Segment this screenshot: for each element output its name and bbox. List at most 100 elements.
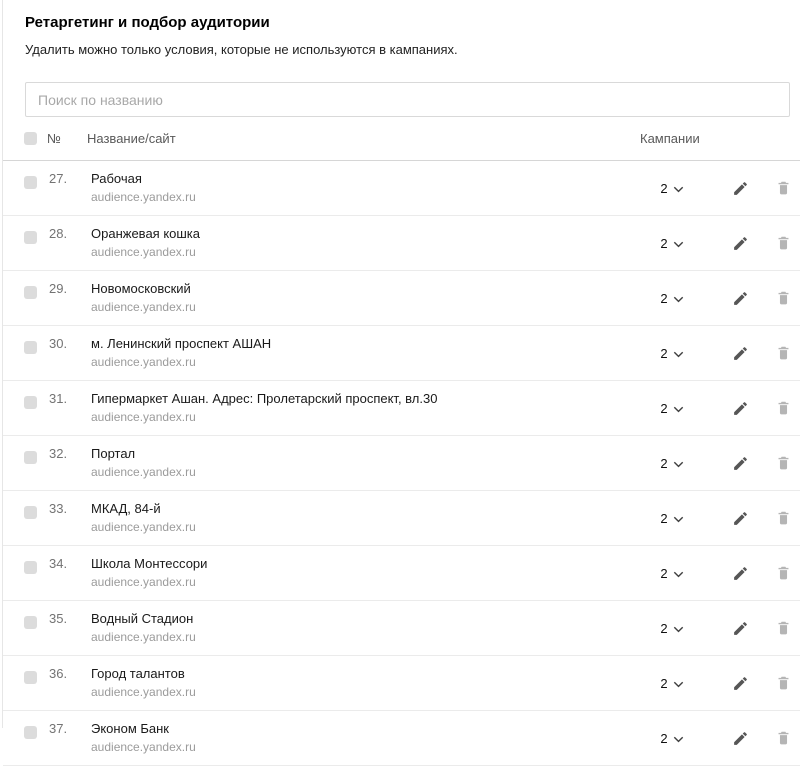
- delete-button[interactable]: [773, 508, 793, 528]
- pencil-icon: [732, 235, 749, 252]
- table-body: 27. Рабочая audience.yandex.ru 2 28.: [3, 161, 800, 766]
- edit-button[interactable]: [730, 728, 750, 748]
- campaigns-dropdown[interactable]: 2: [641, 436, 703, 490]
- pencil-icon: [732, 565, 749, 582]
- delete-button[interactable]: [773, 398, 793, 418]
- edit-button[interactable]: [730, 398, 750, 418]
- campaigns-count: 2: [660, 676, 667, 691]
- delete-button[interactable]: [773, 453, 793, 473]
- campaigns-count: 2: [660, 236, 667, 251]
- trash-icon: [775, 619, 792, 637]
- campaigns-dropdown[interactable]: 2: [641, 711, 703, 765]
- table-row: 30. м. Ленинский проспект АШАН audience.…: [3, 326, 800, 381]
- row-title-block: м. Ленинский проспект АШАН audience.yand…: [91, 335, 600, 370]
- edit-button[interactable]: [730, 233, 750, 253]
- edit-button[interactable]: [730, 453, 750, 473]
- row-checkbox[interactable]: [24, 671, 37, 684]
- campaigns-dropdown[interactable]: 2: [641, 601, 703, 655]
- row-name: Эконом Банк: [91, 720, 600, 737]
- row-number: 32.: [49, 445, 81, 462]
- campaigns-dropdown[interactable]: 2: [641, 381, 703, 435]
- row-name: Гипермаркет Ашан. Адрес: Пролетарский пр…: [91, 390, 600, 407]
- trash-icon: [775, 729, 792, 747]
- edit-button[interactable]: [730, 178, 750, 198]
- delete-button[interactable]: [773, 343, 793, 363]
- row-checkbox[interactable]: [24, 451, 37, 464]
- campaigns-dropdown[interactable]: 2: [641, 216, 703, 270]
- row-checkbox[interactable]: [24, 341, 37, 354]
- row-checkbox[interactable]: [24, 616, 37, 629]
- delete-button[interactable]: [773, 233, 793, 253]
- delete-button[interactable]: [773, 673, 793, 693]
- row-site: audience.yandex.ru: [91, 464, 600, 480]
- campaigns-dropdown[interactable]: 2: [641, 656, 703, 710]
- row-name: Школа Монтессори: [91, 555, 600, 572]
- campaigns-count: 2: [660, 621, 667, 636]
- edit-button[interactable]: [730, 618, 750, 638]
- trash-icon: [775, 454, 792, 472]
- row-site: audience.yandex.ru: [91, 629, 600, 645]
- row-checkbox[interactable]: [24, 396, 37, 409]
- delete-button[interactable]: [773, 618, 793, 638]
- row-number: 31.: [49, 390, 81, 407]
- campaigns-dropdown[interactable]: 2: [641, 271, 703, 325]
- delete-button[interactable]: [773, 178, 793, 198]
- row-checkbox[interactable]: [24, 286, 37, 299]
- pencil-icon: [732, 345, 749, 362]
- row-name: Город талантов: [91, 665, 600, 682]
- row-checkbox[interactable]: [24, 561, 37, 574]
- campaigns-dropdown[interactable]: 2: [641, 491, 703, 545]
- column-header-number: №: [47, 131, 77, 146]
- row-name: Водный Стадион: [91, 610, 600, 627]
- trash-icon: [775, 289, 792, 307]
- row-name: Рабочая: [91, 170, 600, 187]
- campaigns-count: 2: [660, 566, 667, 581]
- row-site: audience.yandex.ru: [91, 684, 600, 700]
- table-row: 32. Портал audience.yandex.ru 2: [3, 436, 800, 491]
- table-row: 28. Оранжевая кошка audience.yandex.ru 2: [3, 216, 800, 271]
- trash-icon: [775, 179, 792, 197]
- pencil-icon: [732, 675, 749, 692]
- pencil-icon: [732, 180, 749, 197]
- edit-button[interactable]: [730, 343, 750, 363]
- campaigns-dropdown[interactable]: 2: [641, 161, 703, 215]
- row-site: audience.yandex.ru: [91, 409, 600, 425]
- delete-button[interactable]: [773, 728, 793, 748]
- edit-button[interactable]: [730, 673, 750, 693]
- row-checkbox[interactable]: [24, 176, 37, 189]
- pencil-icon: [732, 620, 749, 637]
- row-checkbox[interactable]: [24, 506, 37, 519]
- pencil-icon: [732, 510, 749, 527]
- trash-icon: [775, 509, 792, 527]
- campaigns-count: 2: [660, 456, 667, 471]
- trash-icon: [775, 234, 792, 252]
- edit-button[interactable]: [730, 508, 750, 528]
- row-name: Портал: [91, 445, 600, 462]
- table-row: 31. Гипермаркет Ашан. Адрес: Пролетарски…: [3, 381, 800, 436]
- chevron-down-icon: [673, 461, 684, 468]
- campaigns-count: 2: [660, 511, 667, 526]
- row-name: МКАД, 84-й: [91, 500, 600, 517]
- campaigns-dropdown[interactable]: 2: [641, 546, 703, 600]
- chevron-down-icon: [673, 351, 684, 358]
- edit-button[interactable]: [730, 288, 750, 308]
- row-number: 29.: [49, 280, 81, 297]
- edit-button[interactable]: [730, 563, 750, 583]
- row-site: audience.yandex.ru: [91, 739, 600, 755]
- row-number: 33.: [49, 500, 81, 517]
- pencil-icon: [732, 290, 749, 307]
- table-row: 33. МКАД, 84-й audience.yandex.ru 2: [3, 491, 800, 546]
- chevron-down-icon: [673, 516, 684, 523]
- campaigns-dropdown[interactable]: 2: [641, 326, 703, 380]
- delete-button[interactable]: [773, 563, 793, 583]
- select-all-checkbox[interactable]: [24, 132, 37, 145]
- campaigns-count: 2: [660, 291, 667, 306]
- row-checkbox[interactable]: [24, 231, 37, 244]
- chevron-down-icon: [673, 406, 684, 413]
- search-input[interactable]: [25, 82, 790, 117]
- row-name: Оранжевая кошка: [91, 225, 600, 242]
- delete-button[interactable]: [773, 288, 793, 308]
- row-title-block: Оранжевая кошка audience.yandex.ru: [91, 225, 600, 260]
- chevron-down-icon: [673, 626, 684, 633]
- trash-icon: [775, 674, 792, 692]
